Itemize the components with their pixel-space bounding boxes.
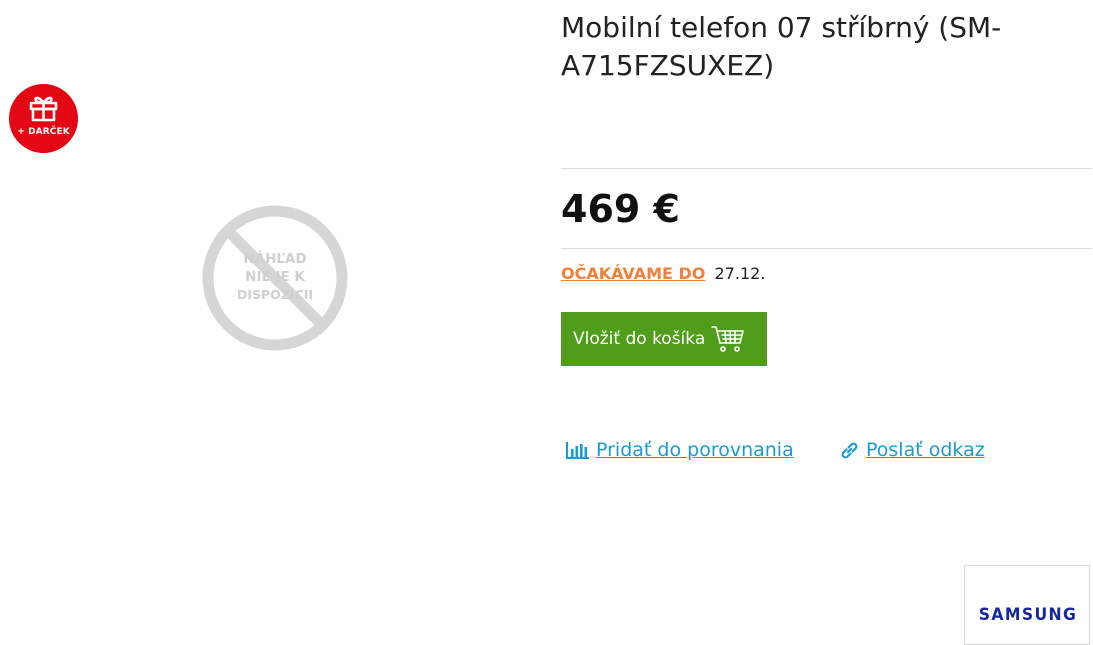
placeholder-line-1: NÁHĽAD xyxy=(243,251,307,267)
add-to-cart-label: Vložiť do košíka xyxy=(573,329,706,349)
gift-badge: + DARČEK xyxy=(9,84,78,153)
product-image-placeholder: NÁHĽAD NIE JE K DISPOZÍCII xyxy=(200,205,350,355)
cart-icon xyxy=(711,326,744,352)
availability-info: OČAKÁVAME DO 27.12. xyxy=(561,262,765,286)
gift-badge-label: + DARČEK xyxy=(17,127,70,137)
divider xyxy=(561,168,1092,169)
send-link-label: Poslať odkaz xyxy=(866,439,985,461)
add-to-compare-link[interactable]: Pridať do porovnania xyxy=(566,437,794,463)
placeholder-line-3: DISPOZÍCII xyxy=(236,287,313,302)
link-icon xyxy=(841,442,858,458)
gift-icon xyxy=(29,96,58,122)
send-link-link[interactable]: Poslať odkaz xyxy=(840,437,985,463)
divider xyxy=(561,248,1092,249)
brand-logo-box[interactable]: SAMSUNG xyxy=(964,565,1090,645)
product-price: 469 € xyxy=(561,187,680,231)
add-to-compare-label: Pridať do porovnania xyxy=(596,439,794,461)
add-to-cart-button[interactable]: Vložiť do košíka xyxy=(561,312,767,366)
product-title: Mobilní telefon 07 stříbrný (SM-A715FZSU… xyxy=(561,11,1002,82)
bar-chart-icon xyxy=(566,442,589,459)
availability-status[interactable]: OČAKÁVAME DO xyxy=(561,264,705,283)
samsung-logo: SAMSUNG xyxy=(978,605,1078,625)
availability-date: 27.12. xyxy=(714,264,766,283)
placeholder-line-2: NIE JE K xyxy=(245,269,305,285)
